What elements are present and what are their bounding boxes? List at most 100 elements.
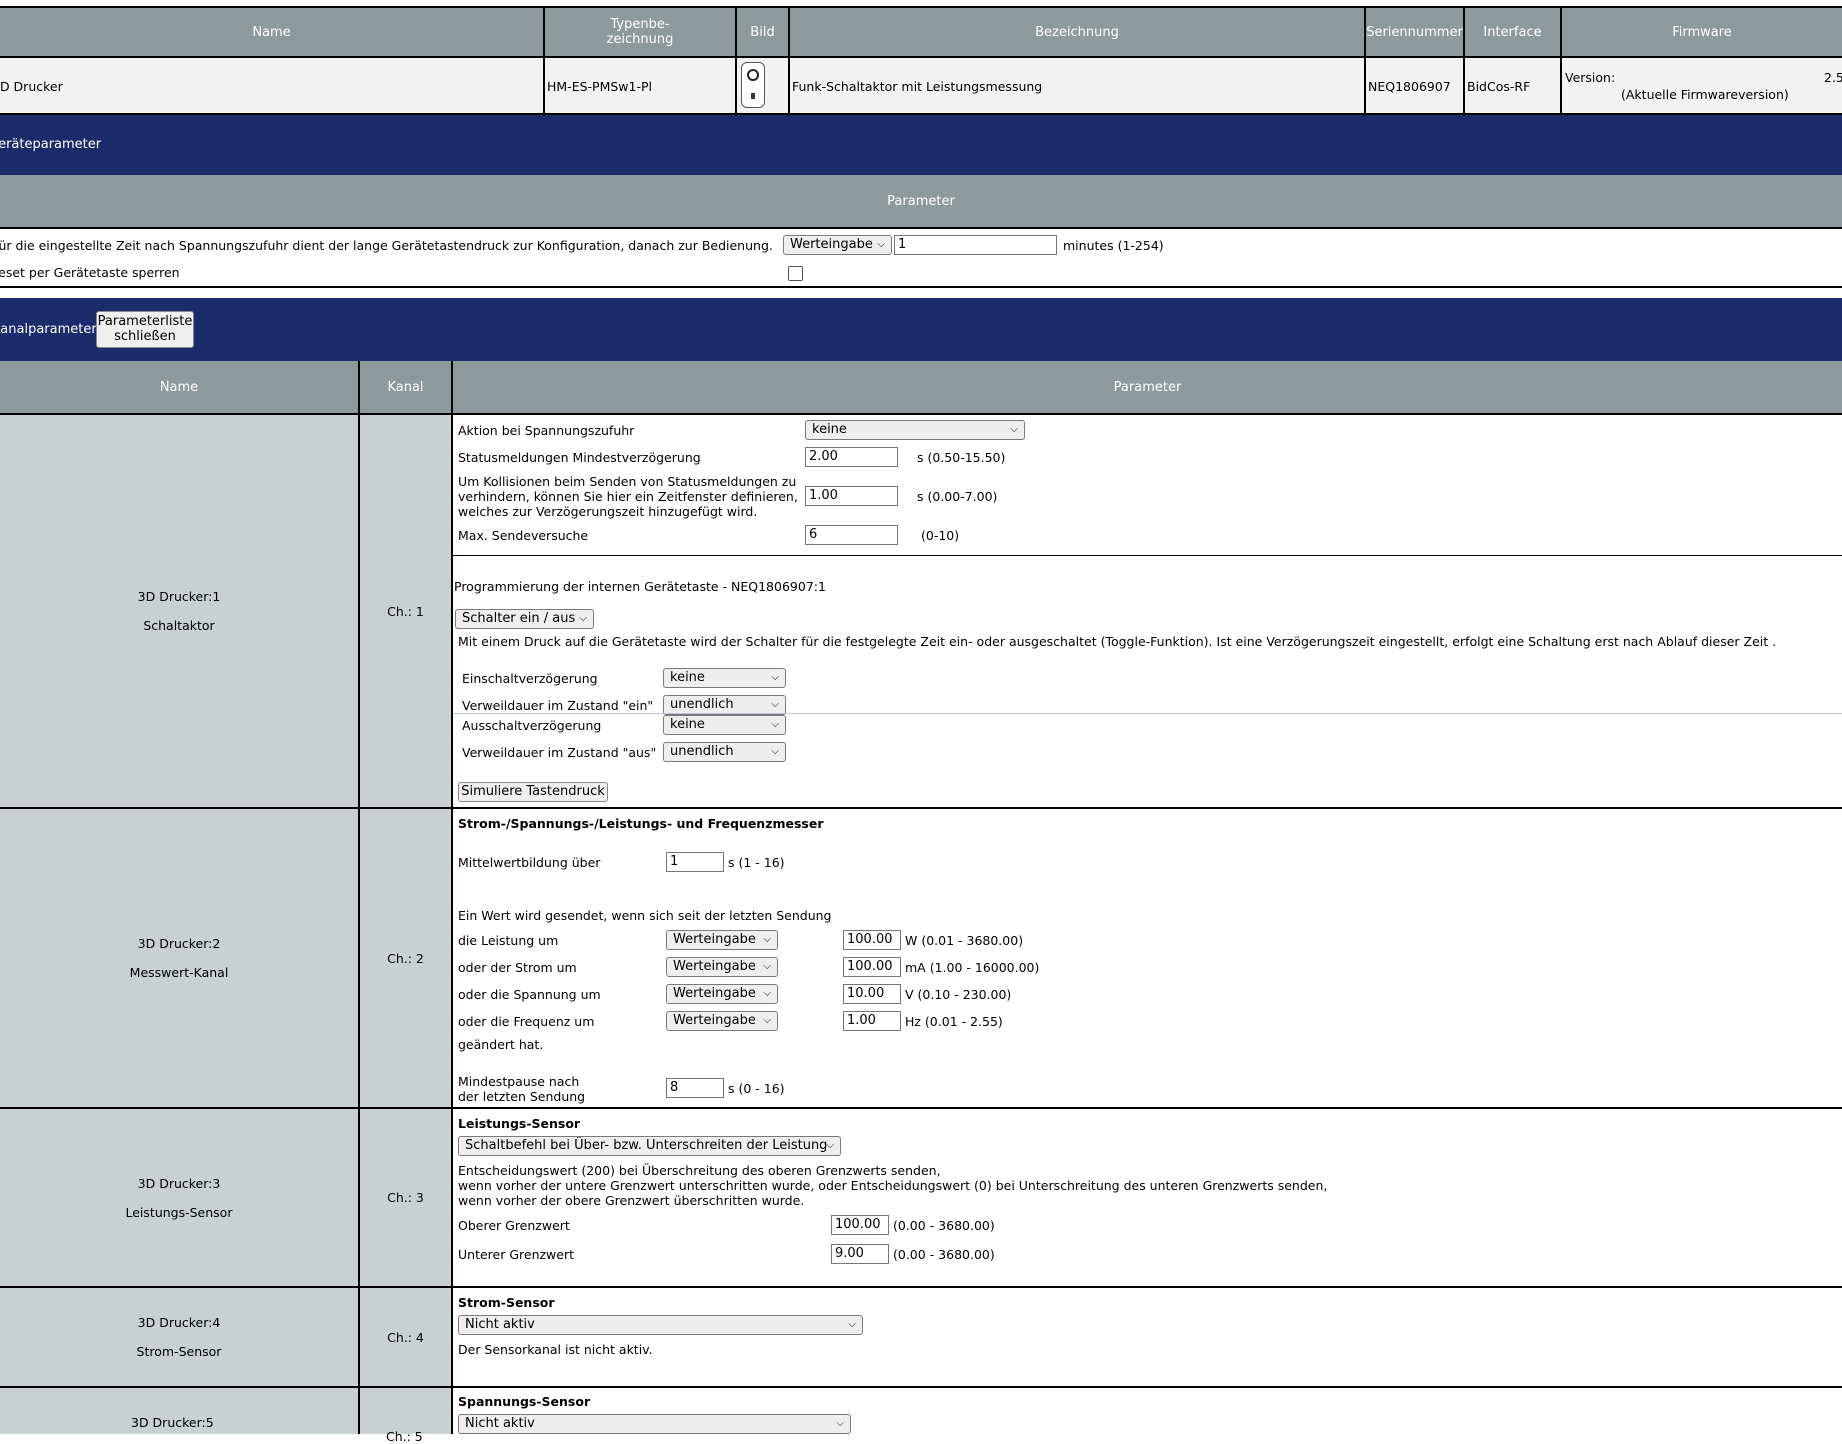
ch1-type: Schaltaktor — [143, 618, 215, 633]
col-header-image: Bild — [737, 8, 788, 56]
ch3-desc2: wenn vorher der untere Grenzwert untersc… — [458, 1178, 1328, 1193]
ch5-mode-select[interactable]: Nicht aktiv ⌵ — [458, 1414, 851, 1434]
ch3-type: Leistungs-Sensor — [125, 1204, 233, 1220]
firmware-label: Version: — [1565, 70, 1616, 85]
ch2-frequency-select[interactable]: Werteingabe ⌵ — [666, 1011, 778, 1031]
config-time-mode-select[interactable]: Werteingabe ⌵ — [783, 235, 892, 255]
col-header-firmware: Firmware — [1562, 8, 1842, 56]
ch2-intro: Ein Wert wird gesendet, wenn sich seit d… — [458, 908, 832, 923]
ch1-ein-delay-select[interactable]: keine ⌵ — [663, 668, 786, 688]
ch3-title: Leistungs-Sensor — [458, 1116, 581, 1131]
ch1-koll-input[interactable]: 1.00 — [805, 486, 898, 506]
ch1-aktion-select[interactable]: keine ⌵ — [805, 420, 1025, 440]
ch3-desc3: wenn vorher der obere Grenzwert überschr… — [458, 1193, 805, 1208]
ch2-voltage-select[interactable]: Werteingabe ⌵ — [666, 984, 778, 1004]
ch1-koll-line2: verhindern, können Sie hier ein Zeitfens… — [458, 489, 798, 504]
ch2-voltage-input[interactable]: 10.00 — [843, 984, 901, 1004]
plug-socket-icon — [747, 69, 759, 81]
ch2-voltage-label: oder die Spannung um — [458, 987, 601, 1002]
ch2-frequency-input[interactable]: 1.00 — [843, 1011, 901, 1031]
ch2-changed: geändert hat. — [458, 1037, 544, 1052]
chevron-down-icon: ⌵ — [771, 719, 779, 730]
chevron-down-icon: ⌵ — [579, 613, 587, 624]
channel-col-header-channel: Kanal — [360, 361, 451, 413]
ch4-mode-select[interactable]: Nicht aktiv ⌵ — [458, 1315, 863, 1335]
ch2-name: 3D Drucker:2 — [137, 936, 221, 951]
col-header-serial: Seriennummer — [1366, 8, 1463, 56]
ch1-send-unit: (0-10) — [921, 528, 960, 543]
chevron-down-icon: ⌵ — [763, 988, 771, 999]
ch2-frequency-unit: Hz (0.01 - 2.55) — [905, 1014, 1003, 1029]
ch3-lower-input[interactable]: 9.00 — [831, 1244, 889, 1264]
ch1-status-unit: s (0.50-15.50) — [917, 450, 1006, 465]
ch1-aus-delay-select[interactable]: keine ⌵ — [663, 715, 786, 735]
ch2-power-select[interactable]: Werteingabe ⌵ — [666, 930, 778, 950]
ch1-channel-cell: Ch.: 1 — [360, 415, 451, 807]
ch2-current-label: oder der Strom um — [458, 960, 577, 975]
ch1-mode-select[interactable]: Schalter ein / aus ⌵ — [455, 609, 594, 629]
channel-params-header: Kanalparameter — [0, 298, 1842, 361]
ch3-upper-label: Oberer Grenzwert — [458, 1218, 570, 1233]
device-name: 3D Drucker — [0, 79, 63, 94]
chevron-down-icon: ⌵ — [836, 1418, 844, 1429]
device-image — [741, 62, 765, 108]
ch2-voltage-unit: V (0.10 - 230.00) — [905, 987, 1012, 1002]
ch3-mode-select[interactable]: Schaltbefehl bei Über- bzw. Unterschreit… — [458, 1136, 841, 1156]
config-time-unit: minutes (1-254) — [1063, 238, 1164, 253]
ch2-avg-unit: s (1 - 16) — [728, 855, 785, 870]
device-param-config-time-label: Für die eingestellte Zeit nach Spannungs… — [0, 238, 773, 253]
ch1-send-label: Max. Sendeversuche — [458, 528, 589, 543]
ch4-desc: Der Sensorkanal ist nicht aktiv. — [458, 1342, 653, 1357]
reset-lock-checkbox[interactable] — [788, 266, 803, 281]
device-params-col-header: Parameter — [0, 175, 1842, 227]
chevron-down-icon: ⌵ — [826, 1140, 834, 1151]
ch1-aus-dwell-select[interactable]: unendlich ⌵ — [663, 742, 786, 762]
ch1-status-input[interactable]: 2.00 — [805, 447, 898, 467]
ch5-name: 3D Drucker:5 — [131, 1415, 214, 1430]
ch2-pause-input[interactable]: 8 — [666, 1078, 724, 1098]
firmware-value: 2.5 — [1824, 70, 1842, 85]
ch2-type: Messwert-Kanal — [129, 965, 229, 980]
device-params-header: Geräteparameter — [0, 115, 1842, 175]
device-serial: NEQ1806907 — [1368, 79, 1451, 94]
ch1-aktion-label: Aktion bei Spannungszufuhr — [458, 423, 635, 438]
ch5-channel-cell: Ch.: 5 — [360, 1388, 451, 1444]
plug-led-icon — [751, 93, 755, 99]
ch2-channel-cell: Ch.: 2 — [360, 809, 451, 1107]
close-param-list-button[interactable]: Parameterliste schließen — [96, 311, 194, 348]
col-header-interface: Interface — [1465, 8, 1560, 56]
ch2-pause-unit: s (0 - 16) — [728, 1081, 785, 1096]
ch2-power-unit: W (0.01 - 3680.00) — [905, 933, 1024, 948]
ch1-prog-title: Programmierung der internen Gerätetaste … — [454, 579, 826, 594]
chevron-down-icon: ⌵ — [848, 1319, 856, 1330]
simulate-keypress-button[interactable]: Simuliere Tastendruck — [458, 782, 608, 802]
ch4-title: Strom-Sensor — [458, 1295, 555, 1310]
config-time-input[interactable]: 1 — [894, 235, 1057, 255]
ch3-channel: Ch.: 3 — [387, 1190, 424, 1205]
ch2-channel: Ch.: 2 — [387, 950, 424, 966]
ch2-current-select[interactable]: Werteingabe ⌵ — [666, 957, 778, 977]
ch2-power-input[interactable]: 100.00 — [843, 930, 901, 950]
ch3-name-cell: 3D Drucker:3 Leistungs-Sensor — [0, 1109, 358, 1286]
ch3-name: 3D Drucker:3 — [137, 1175, 221, 1191]
chevron-down-icon: ⌵ — [763, 1015, 771, 1026]
ch2-power-label: die Leistung um — [458, 933, 559, 948]
ch1-send-input[interactable]: 6 — [805, 525, 898, 545]
ch3-channel-cell: Ch.: 3 — [360, 1109, 451, 1286]
ch1-ein-dwell-select[interactable]: unendlich ⌵ — [663, 695, 786, 715]
chevron-down-icon: ⌵ — [763, 934, 771, 945]
channel-col-header-params: Parameter — [453, 361, 1842, 413]
ch1-koll-unit: s (0.00-7.00) — [917, 489, 998, 504]
chevron-down-icon: ⌵ — [877, 239, 885, 250]
device-description: Funk-Schaltaktor mit Leistungsmessung — [792, 79, 1043, 94]
ch1-aus-delay-label: Ausschaltverzögerung — [462, 718, 602, 733]
ch5-title: Spannungs-Sensor — [458, 1394, 591, 1409]
ch2-avg-input[interactable]: 1 — [666, 852, 724, 872]
chevron-down-icon: ⌵ — [763, 961, 771, 972]
ch1-mode-desc: Mit einem Druck auf die Gerätetaste wird… — [458, 634, 1777, 649]
channel-params-title: Kanalparameter — [0, 322, 97, 337]
ch3-upper-input[interactable]: 100.00 — [831, 1215, 889, 1235]
ch1-status-label: Statusmeldungen Mindestverzögerung — [458, 450, 701, 465]
ch2-current-input[interactable]: 100.00 — [843, 957, 901, 977]
device-param-reset-lock-label: Reset per Gerätetaste sperren — [0, 265, 180, 280]
